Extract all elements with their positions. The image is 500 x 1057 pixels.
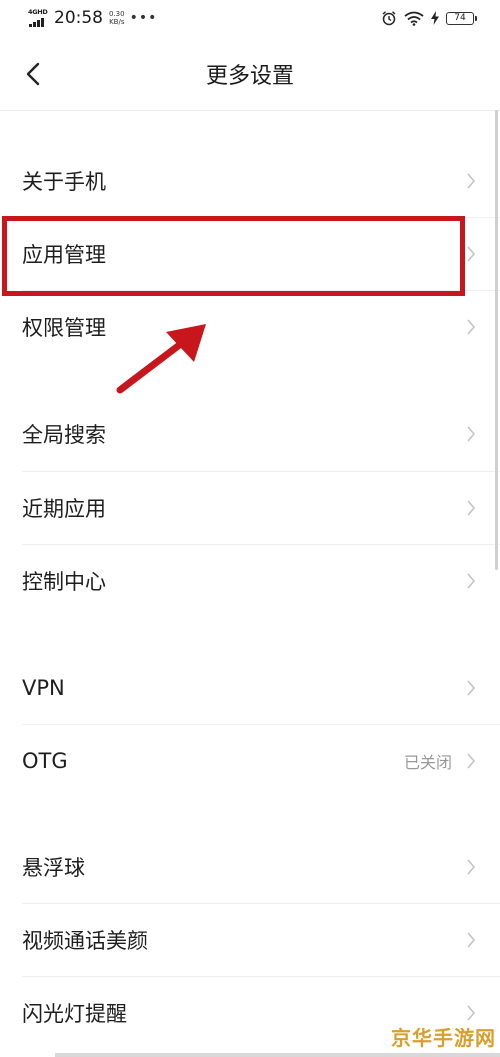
clock: 20:58 [54,8,103,28]
settings-item-otg[interactable]: OTG 已关闭 [0,725,500,797]
charging-icon [431,11,439,25]
chevron-right-icon [467,753,476,769]
item-label: 近期应用 [22,497,106,521]
chevron-right-icon [467,500,476,516]
settings-item-video-call-beauty[interactable]: 视频通话美颜 [0,904,500,976]
chevron-right-icon [467,1005,476,1021]
chevron-right-icon [467,426,476,442]
network-speed-value: 0.30 [109,10,125,18]
chevron-right-icon [467,173,476,189]
item-label: 控制中心 [22,570,106,594]
item-label: 闪光灯提醒 [22,1002,127,1026]
otg-status: 已关闭 [403,753,452,772]
status-bar: 4GHD 20:58 0.30 KB/s ••• 74 [0,0,500,38]
chevron-right-icon [467,246,476,262]
watermark: 京华手游网 [391,1026,496,1050]
settings-item-floating-ball[interactable]: 悬浮球 [0,831,500,903]
status-bar-left: 4GHD 20:58 0.30 KB/s ••• [28,8,157,28]
chevron-right-icon [467,680,476,696]
scrollbar[interactable] [495,110,498,570]
settings-item-recent-apps[interactable]: 近期应用 [0,472,500,544]
settings-item-about-phone[interactable]: 关于手机 [0,145,500,217]
alarm-icon [382,11,396,26]
page-title: 更多设置 [205,64,294,89]
app-header: 更多设置 [0,38,500,111]
chevron-right-icon [467,573,476,589]
item-label: 悬浮球 [22,856,85,880]
item-label: 视频通话美颜 [22,929,148,953]
bottom-strip [55,1053,500,1057]
chevron-right-icon [467,319,476,335]
network-type: 4GHD [28,8,48,16]
item-label: OTG [22,749,68,773]
chevron-right-icon [467,932,476,948]
wifi-icon [404,11,424,26]
item-label: 全局搜索 [22,423,106,447]
annotation-arrow-icon [116,324,206,394]
battery-level: 74 [454,13,466,23]
status-bar-right: 74 [381,10,477,26]
annotation-highlight-box [2,216,465,296]
network-speed-unit: KB/s [109,18,125,26]
item-label: 关于手机 [22,170,106,194]
more-notifications-icon: ••• [129,10,158,26]
settings-item-permission-management[interactable]: 权限管理 [0,291,500,363]
battery-icon: 74 [446,11,477,25]
cellular-signal-icon: 4GHD [28,8,48,28]
item-label: VPN [22,676,65,700]
settings-item-global-search[interactable]: 全局搜索 [0,398,500,470]
network-speed: 0.30 KB/s [109,10,125,26]
settings-item-vpn[interactable]: VPN [0,652,500,724]
chevron-right-icon [467,859,476,875]
item-label: 权限管理 [22,316,106,340]
settings-item-control-center[interactable]: 控制中心 [0,545,500,617]
